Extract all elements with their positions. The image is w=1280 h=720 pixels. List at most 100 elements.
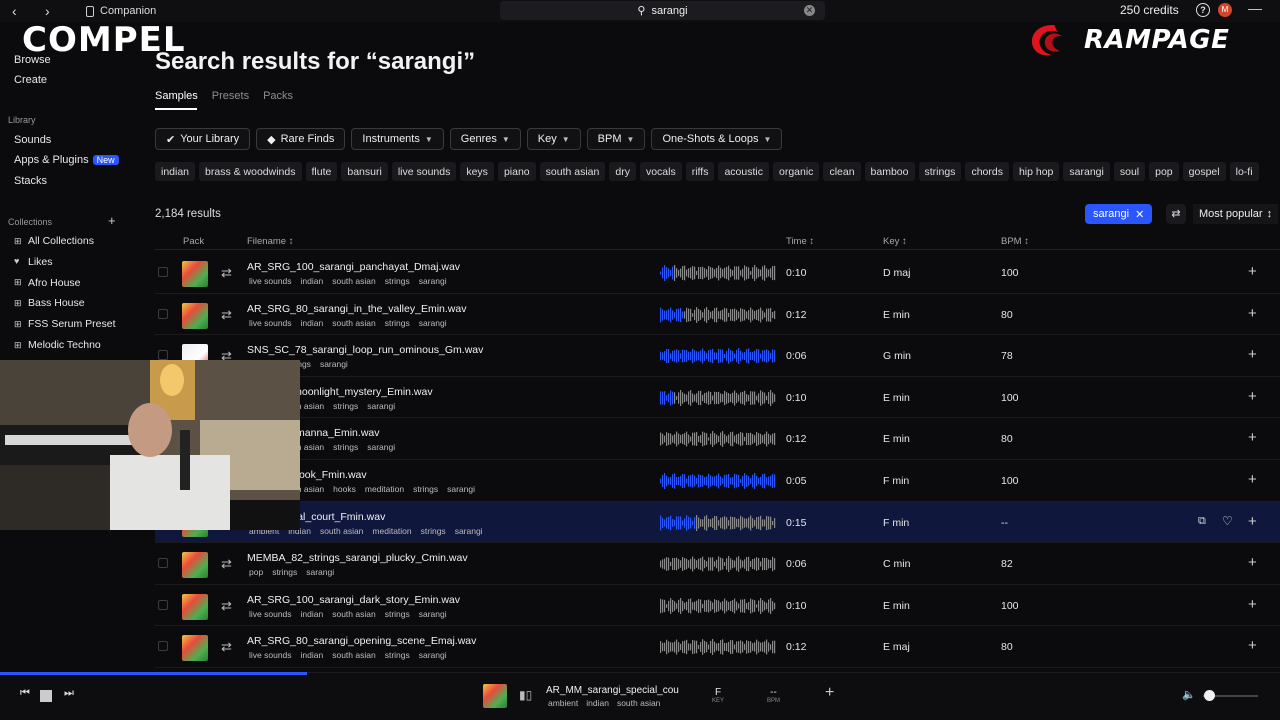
row-checkbox[interactable] [158, 267, 168, 277]
tag-chip[interactable]: keys [460, 162, 494, 181]
shuffle-button[interactable]: ⇄ [1166, 204, 1186, 224]
sample-tag[interactable]: strings [272, 567, 297, 577]
filter-one-shots-loops[interactable]: One-Shots & Loops ▼ [651, 128, 783, 150]
sidebar-item-apps-plugins[interactable]: Apps & Plugins New [14, 154, 119, 166]
table-row[interactable]: ⇄ AR_SRG_80_sarangi_in_the_valley_Emin.wa… [155, 294, 1280, 336]
add-icon[interactable]: + [1248, 346, 1257, 363]
sort-dropdown[interactable]: Most popular ↕ [1193, 204, 1279, 224]
tag-chip[interactable]: live sounds [391, 162, 457, 181]
tag-chip[interactable]: riffs [685, 162, 715, 181]
tab-samples[interactable]: Samples [155, 90, 198, 102]
sidebar-collection-item[interactable]: ♥ Likes [14, 256, 53, 268]
col-header-time[interactable]: Time ↕ [786, 236, 814, 247]
tag-chip[interactable]: acoustic [718, 162, 769, 181]
sample-tag[interactable]: hooks [333, 484, 356, 494]
sample-tag[interactable]: indian [301, 650, 324, 660]
like-icon[interactable]: ♡ [1222, 514, 1233, 528]
sample-tag[interactable]: live sounds [249, 650, 292, 660]
col-header-filename[interactable]: Filename ↕ [247, 236, 293, 247]
table-row[interactable]: ⇄_sarangi_moonlight_mystery_Emin.wavindi… [155, 377, 1280, 419]
tag-chip[interactable]: bamboo [864, 162, 915, 181]
next-icon[interactable]: ⏭ [64, 687, 74, 700]
active-filter-chip[interactable]: sarangi ✕ [1085, 204, 1153, 224]
tag-chip[interactable]: indian [155, 162, 196, 181]
sample-tag[interactable]: meditation [372, 526, 411, 536]
sample-tag[interactable]: sarangi [419, 318, 447, 328]
back-arrow-icon[interactable]: ‹ [12, 3, 17, 19]
minimize-icon[interactable]: — [1248, 0, 1262, 16]
sample-tag[interactable]: live sounds [249, 609, 292, 619]
sample-tag[interactable]: indian [301, 276, 324, 286]
sample-tag[interactable]: sarangi [306, 567, 334, 577]
pack-artwork[interactable] [182, 635, 208, 662]
volume-icon[interactable]: 🔈 [1182, 688, 1196, 701]
sample-tag[interactable]: indian [301, 609, 324, 619]
sample-tag[interactable]: indian [301, 318, 324, 328]
sample-tag[interactable]: south asian [332, 650, 375, 660]
sample-tag[interactable]: sarangi [419, 609, 447, 619]
table-row[interactable]: ⇄ AR_SRG_80_sarangi_opening_scene_Emaj.wa… [155, 626, 1280, 668]
sample-tag[interactable]: strings [385, 650, 410, 660]
tag-chip[interactable]: clean [823, 162, 861, 181]
sample-tag[interactable]: south asian [332, 276, 375, 286]
player-tag[interactable]: ambient [548, 698, 578, 708]
pack-artwork[interactable] [182, 593, 208, 620]
tag-chip[interactable]: lo-fi [1229, 162, 1259, 181]
avatar[interactable]: M [1218, 3, 1232, 17]
add-to-collection-icon[interactable]: + [825, 684, 834, 702]
add-icon[interactable]: + [1248, 263, 1257, 280]
sample-tag[interactable]: sarangi [419, 276, 447, 286]
add-icon[interactable]: + [1248, 596, 1257, 613]
waveform[interactable] [660, 347, 776, 365]
waveform[interactable] [660, 430, 776, 448]
tag-chip[interactable]: piano [497, 162, 536, 181]
sample-tag[interactable]: meditation [365, 484, 404, 494]
waveform[interactable] [660, 555, 776, 573]
filter-genres[interactable]: Genres ▼ [449, 128, 521, 150]
row-checkbox[interactable] [158, 599, 168, 610]
find-similar-icon[interactable]: ⧉ [1198, 515, 1206, 528]
volume-knob[interactable] [1203, 690, 1215, 701]
tag-chip[interactable]: strings [918, 162, 962, 181]
sample-tag[interactable]: south asian [320, 526, 363, 536]
sample-tag[interactable]: south asian [332, 609, 375, 619]
row-checkbox[interactable] [158, 558, 168, 569]
add-icon[interactable]: + [1248, 554, 1257, 571]
sample-tag[interactable]: sarangi [419, 650, 447, 660]
filter-instruments[interactable]: Instruments ▼ [351, 128, 444, 150]
companion-tab[interactable]: Companion [78, 2, 168, 20]
add-icon[interactable]: + [1248, 429, 1257, 446]
sample-tag[interactable]: live sounds [249, 276, 292, 286]
tag-chip[interactable]: vocals [639, 162, 682, 181]
sample-tag[interactable]: sarangi [367, 442, 395, 452]
sample-filename[interactable]: AR_SRG_100_sarangi_panchayat_Dmaj.wav [247, 261, 460, 273]
sidebar-item-sounds[interactable]: Sounds [14, 134, 51, 146]
tag-chip[interactable]: dry [609, 162, 636, 181]
tag-chip[interactable]: pop [1149, 162, 1179, 181]
sidebar-collection-item[interactable]: ⊞ Afro House [14, 277, 81, 289]
tag-chip[interactable]: soul [1113, 162, 1146, 181]
remove-filter-icon[interactable]: ✕ [1135, 208, 1144, 221]
sample-tag[interactable]: strings [421, 526, 446, 536]
add-icon[interactable]: + [1248, 471, 1257, 488]
tab-presets[interactable]: Presets [212, 90, 249, 102]
pack-artwork[interactable] [182, 302, 208, 329]
row-checkbox[interactable] [158, 641, 168, 652]
sample-tag[interactable]: strings [385, 318, 410, 328]
sample-tag[interactable]: sarangi [320, 359, 348, 369]
table-row[interactable]: ⇄_sarangi_hook_Fmin.wavindiansouth asian… [155, 460, 1280, 502]
pack-artwork[interactable] [182, 261, 208, 287]
sidebar-item-create[interactable]: Create [14, 74, 47, 86]
sample-tag[interactable]: strings [385, 276, 410, 286]
tag-chip[interactable]: sarangi [1063, 162, 1110, 181]
tag-chip[interactable]: south asian [539, 162, 606, 181]
filter-your-library[interactable]: ✔ Your Library [155, 128, 251, 150]
filter-key[interactable]: Key ▼ [526, 128, 581, 150]
waveform[interactable] [660, 472, 776, 490]
sidebar-collection-item[interactable]: ⊞ Melodic Techno [14, 339, 101, 351]
add-icon[interactable]: + [1248, 513, 1257, 530]
player-tag[interactable]: indian [586, 698, 609, 708]
sample-tag[interactable]: strings [385, 609, 410, 619]
add-icon[interactable]: + [1248, 637, 1257, 654]
stop-button[interactable] [40, 690, 52, 702]
